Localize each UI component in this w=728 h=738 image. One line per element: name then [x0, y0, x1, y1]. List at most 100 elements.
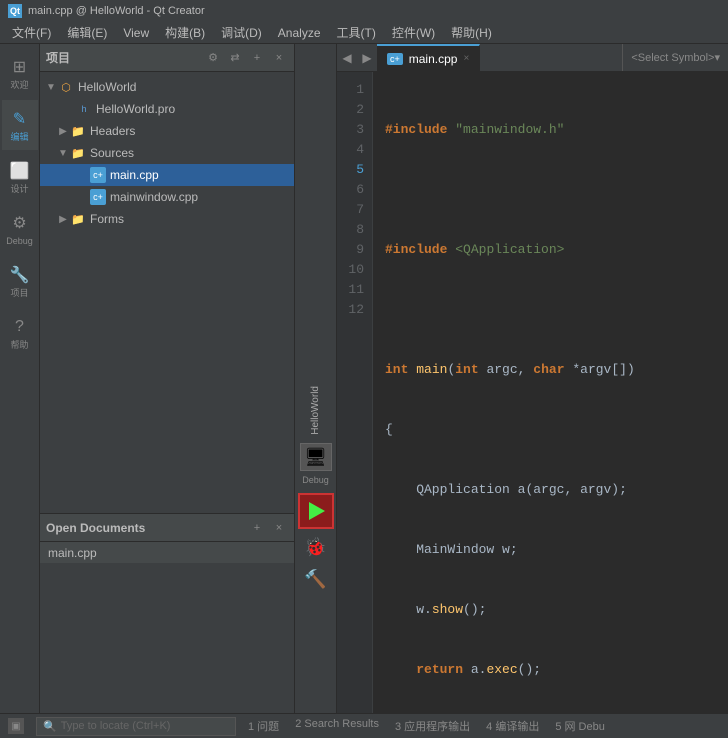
hw-debug-sidebar: HelloWorld 🖥 Debug 🐞 🔨	[295, 44, 337, 713]
tree-item-main-cpp[interactable]: c+ main.cpp	[40, 164, 294, 186]
status-tab-2[interactable]: 2 Search Results	[295, 718, 379, 734]
folder-icon-forms: 📁	[70, 211, 86, 227]
line-num-1: 1	[337, 80, 364, 100]
hw-monitor-icon[interactable]: 🖥	[300, 443, 332, 471]
editor-tab-main-cpp[interactable]: c+ main.cpp ×	[377, 44, 480, 72]
editor-tab-bar: ◀ ▶ c+ main.cpp × <Select Symbol> ▾	[337, 44, 728, 72]
menu-item-d[interactable]: 调试(D)	[213, 22, 270, 43]
tree-item-forms[interactable]: ▶ 📁 Forms	[40, 208, 294, 230]
open-docs-title: Open Documents	[46, 521, 248, 535]
menu-item-h[interactable]: 帮助(H)	[443, 22, 500, 43]
open-docs-list: main.cpp	[40, 542, 294, 713]
code-line-4	[385, 300, 728, 320]
sidebar-icon-welcome[interactable]: ⊞ 欢迎	[2, 48, 38, 98]
filter-button[interactable]: ⚙	[204, 49, 222, 67]
code-editor[interactable]: 1 2 3 4 5 6 7 8 9 10 11 12 #include "mai…	[337, 72, 728, 713]
open-docs-panel: Open Documents + × main.cpp	[40, 513, 294, 713]
tree-label-sources: Sources	[90, 146, 134, 160]
line-num-5: 5	[337, 160, 364, 180]
sidebar-icon-design[interactable]: ⬜ 设计	[2, 152, 38, 202]
line-num-8: 8	[337, 220, 364, 240]
menu-item-b[interactable]: 构建(B)	[157, 22, 213, 43]
sidebar-label-help: 帮助	[10, 340, 28, 351]
tab-close-button[interactable]: ×	[463, 53, 469, 64]
nav-back-button[interactable]: ◀	[337, 44, 357, 72]
status-tabs: 1 问题 2 Search Results 3 应用程序输出 4 编译输出 5 …	[248, 718, 720, 734]
status-tab-4[interactable]: 4 编译输出	[486, 718, 539, 734]
status-tab-1[interactable]: 1 问题	[248, 718, 279, 734]
hw-project-label: HelloWorld	[310, 386, 321, 435]
sidebar-label-design: 设计	[10, 184, 28, 195]
tree-item-helloworld[interactable]: ▼ ⬡ HelloWorld	[40, 76, 294, 98]
menu-item-f[interactable]: 文件(F)	[4, 22, 59, 43]
open-docs-close[interactable]: ×	[270, 519, 288, 537]
line-num-11: 11	[337, 280, 364, 300]
symbol-selector[interactable]: <Select Symbol> ▾	[622, 44, 728, 71]
sidebar-icon-debug[interactable]: ⚙Debug	[2, 204, 38, 254]
left-sidebar: ⊞ 欢迎 ✎ 编辑 ⬜ 设计 ⚙Debug🔧项目?帮助	[0, 44, 40, 713]
sidebar-label-edit: 编辑	[10, 132, 28, 143]
symbol-selector-label: <Select Symbol>	[631, 52, 714, 64]
tree-label-main-cpp: main.cpp	[110, 168, 159, 182]
tree-item-sources[interactable]: ▼ 📁 Sources	[40, 142, 294, 164]
line-num-10: 10	[337, 260, 364, 280]
line-num-6: 6	[337, 180, 364, 200]
hw-debug-controls: HelloWorld 🖥 Debug 🐞 🔨	[298, 386, 334, 593]
tab-filename: main.cpp	[409, 52, 458, 66]
arrow-headers: ▶	[56, 126, 70, 137]
folder-icon-sources: 📁	[70, 145, 86, 161]
status-tab-3[interactable]: 3 应用程序输出	[395, 718, 470, 734]
tree-item-mainwindow-cpp[interactable]: c+ mainwindow.cpp	[40, 186, 294, 208]
left-panel: 项目 ⚙ ⇄ + × ▼ ⬡ HelloWorld h HelloWorld.p…	[40, 44, 295, 713]
cpp-icon-main: c+	[90, 167, 106, 183]
cpp-icon-mainwindow: c+	[90, 189, 106, 205]
edit-icon: ✎	[9, 108, 31, 130]
line-num-12: 12	[337, 300, 364, 320]
tree-item-headers[interactable]: ▶ 📁 Headers	[40, 120, 294, 142]
open-docs-header: Open Documents + ×	[40, 514, 294, 542]
locate-search[interactable]: 🔍 Type to locate (Ctrl+K)	[36, 717, 236, 736]
play-icon	[309, 502, 325, 520]
tree-item-helloworld-pro[interactable]: h HelloWorld.pro	[40, 98, 294, 120]
folder-icon-headers: 📁	[70, 123, 86, 139]
line-num-3: 3	[337, 120, 364, 140]
app-icon: Qt	[8, 4, 22, 18]
nav-forward-button[interactable]: ▶	[357, 44, 377, 72]
sync-button[interactable]: ⇄	[226, 49, 244, 67]
design-icon: ⬜	[9, 160, 31, 182]
arrow-spacer	[62, 104, 76, 115]
menu-item-e[interactable]: 编辑(E)	[59, 22, 115, 43]
menu-item-w[interactable]: 控件(W)	[384, 22, 443, 43]
sidebar-icon-edit[interactable]: ✎ 编辑	[2, 100, 38, 150]
tree-label-headers: Headers	[90, 124, 135, 138]
doc-item-main-cpp[interactable]: main.cpp	[40, 542, 294, 564]
code-line-7: QApplication a(argc, argv);	[385, 480, 728, 500]
status-tab-5[interactable]: 5 网 Debu	[555, 718, 605, 734]
debug-icon: ⚙	[9, 212, 31, 234]
sidebar-label-welcome: 欢迎	[10, 80, 28, 91]
menu-item-t[interactable]: 工具(T)	[329, 22, 384, 43]
menu-item-view[interactable]: View	[115, 24, 157, 42]
line-num-9: 9	[337, 240, 364, 260]
project-icon: ⬡	[58, 79, 74, 95]
code-line-2	[385, 180, 728, 200]
sidebar-icon-projects[interactable]: 🔧项目	[2, 256, 38, 306]
open-docs-expand[interactable]: +	[248, 519, 266, 537]
add-button[interactable]: +	[248, 49, 266, 67]
symbol-selector-arrow: ▾	[714, 51, 720, 64]
code-line-9: w.show();	[385, 600, 728, 620]
menu-bar: 文件(F)编辑(E)View构建(B)调试(D)Analyze工具(T)控件(W…	[0, 22, 728, 44]
run-button[interactable]	[298, 493, 334, 529]
welcome-icon: ⊞	[9, 56, 31, 78]
title-bar: Qt main.cpp @ HelloWorld - Qt Creator	[0, 0, 728, 22]
arrow-sources: ▼	[56, 148, 70, 159]
debug-step-button[interactable]: 🐞	[298, 533, 334, 561]
code-line-10: return a.exec();	[385, 660, 728, 680]
code-content[interactable]: #include "mainwindow.h" #include <QAppli…	[373, 72, 728, 713]
sidebar-icon-help[interactable]: ?帮助	[2, 308, 38, 358]
close-panel-button[interactable]: ×	[270, 49, 288, 67]
line-num-4: 4	[337, 140, 364, 160]
build-button[interactable]: 🔨	[298, 565, 334, 593]
tab-file-type-icon: c+	[387, 53, 403, 65]
menu-item-analyze[interactable]: Analyze	[270, 24, 329, 42]
